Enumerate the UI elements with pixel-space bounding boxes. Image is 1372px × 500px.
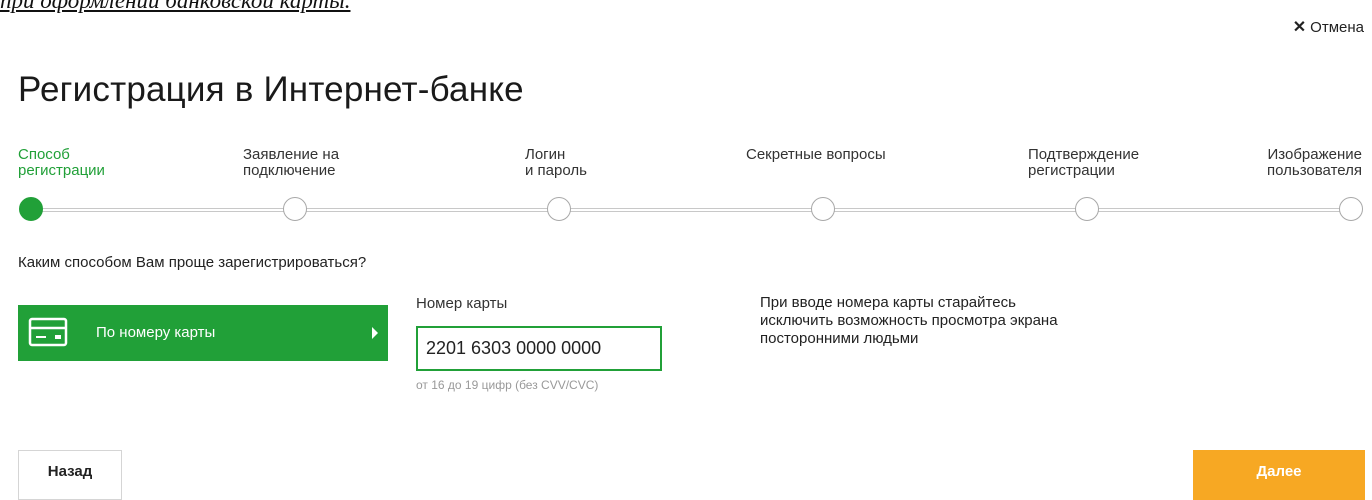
step-label-method: Способ регистрации [18, 146, 105, 179]
chevron-right-icon [372, 327, 378, 339]
step-dot-confirmation [1075, 197, 1099, 221]
step-dot-method [19, 197, 43, 221]
cancel-button[interactable]: ✕ Отмена [1293, 17, 1364, 37]
cancel-label: Отмена [1310, 18, 1364, 36]
step-dot-image [1339, 197, 1363, 221]
card-number-label: Номер карты [416, 295, 508, 312]
progress-track [30, 208, 1350, 212]
top-caption: при оформлении банковской карты. [0, 0, 351, 13]
method-question: Каким способом Вам проще зарегистрироват… [18, 254, 367, 271]
card-number-method-button[interactable]: По номеру карты [18, 305, 388, 361]
step-label-questions: Секретные вопросы [746, 146, 886, 163]
close-icon: ✕ [1292, 19, 1307, 36]
page-title: Регистрация в Интернет-банке [18, 70, 524, 109]
card-number-input[interactable] [416, 326, 662, 371]
credit-card-icon [28, 317, 68, 347]
step-dot-questions [811, 197, 835, 221]
next-button[interactable]: Далее [1193, 450, 1365, 500]
method-label: По номеру карты [96, 324, 216, 341]
security-note: При вводе номера карты старайтесь исключ… [760, 294, 1058, 347]
step-label-confirmation: Подтверждение регистрации [1028, 146, 1140, 179]
step-dot-application [283, 197, 307, 221]
back-button[interactable]: Назад [18, 450, 122, 500]
card-number-hint: от 16 до 19 цифр (без CVV/CVC) [416, 378, 599, 392]
step-label-login: Логин и пароль [525, 146, 587, 179]
step-dot-login [547, 197, 571, 221]
step-label-image: Изображение пользователя [1267, 146, 1362, 179]
step-label-application: Заявление на подключение [243, 146, 340, 179]
